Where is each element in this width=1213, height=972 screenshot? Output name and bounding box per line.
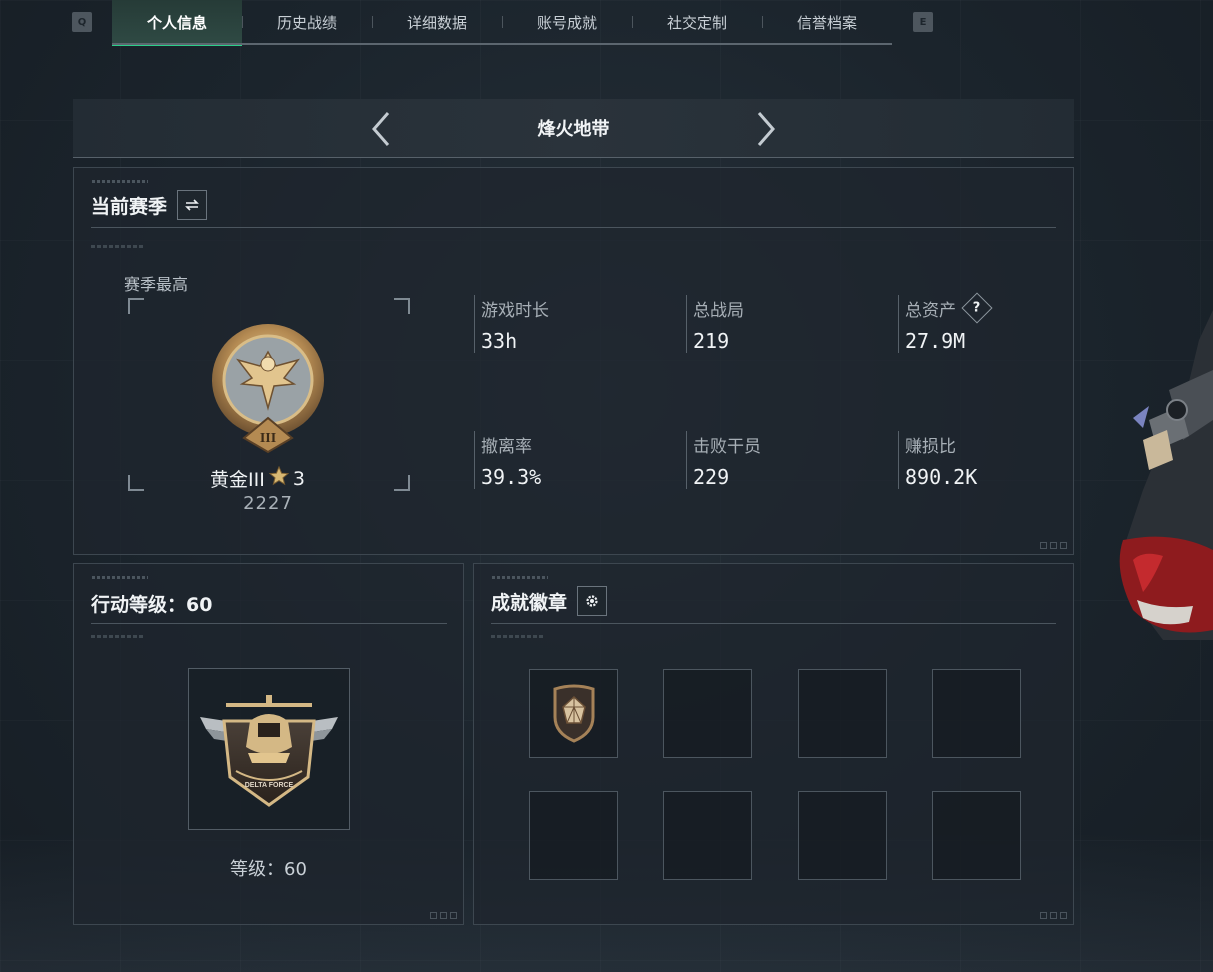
achievement-slot-empty[interactable] [932,791,1021,880]
level-label: 等级：60 [230,859,307,880]
stat-label: 击败干员 [693,436,761,457]
svg-text:III: III [260,431,276,446]
achievements-title-row: 成就徽章 [491,586,608,616]
diamond-shield-badge-icon [549,683,599,747]
stat-label: 游戏时长 [481,300,549,321]
mode-title: 烽火地带 [537,119,610,140]
rank-stars: 3 [292,467,305,490]
stat-value: 33h [481,329,518,353]
star-icon [268,465,290,491]
stat-extraction-rate: 撤离率 39.3% [474,431,664,489]
stat-value: 890.2K [905,465,978,489]
q-key-hint[interactable]: Q [72,12,92,32]
panel-divider [91,227,1056,228]
swap-icon[interactable] [177,190,208,220]
helicopter-badge-icon: DELTA FORCE [196,691,342,809]
achievement-badges-panel: 成就徽章 [473,563,1074,925]
panel-corner-decoration [1040,542,1067,549]
gear-icon[interactable] [577,586,608,616]
frame-corner [128,298,144,314]
stat-label: 总资产 [905,300,956,321]
achievement-slot-empty[interactable] [529,791,618,880]
season-best-label: 赛季最高 [124,275,189,294]
tab-account-achievements[interactable]: 账号成就 [502,0,632,45]
achievement-slot-empty[interactable] [798,669,887,758]
stat-value: 39.3% [481,465,542,489]
tab-reputation-record[interactable]: 信誉档案 [762,0,892,45]
stat-label-row: 总资产 ? [905,292,1088,324]
rank-name-row: 黄金III 3 [178,465,358,492]
stat-total-assets: 总资产 ? 27.9M [898,292,1088,353]
tab-match-history[interactable]: 历史战绩 [242,0,372,45]
tab-detailed-data[interactable]: 详细数据 [372,0,502,45]
top-tab-bar: Q 个人信息 历史战绩 详细数据 账号成就 社交定制 信誉档案 E [0,0,1213,46]
stat-play-time: 游戏时长 33h [474,295,664,353]
frame-corner [128,475,144,491]
current-season-panel: 当前赛季 赛季最高 III 黄金III 3 2227 游戏时长 33h 总战局 … [73,167,1074,555]
action-level-panel: 行动等级：60 DELTA FORCE 等级：60 [73,563,464,925]
panel-decoration [492,576,548,579]
panel-decoration [491,635,545,638]
season-title-row: 当前赛季 [91,190,208,220]
panel-corner-decoration [1040,912,1067,919]
operator-character-image [1103,310,1213,650]
rank-name: 黄金III [210,469,265,491]
rank-score: 2227 [243,493,293,514]
panel-decoration [91,635,145,638]
panel-decoration [92,180,148,183]
stat-operators-defeated: 击败干员 229 [686,431,876,489]
panel-divider [91,623,447,624]
tab-personal-info[interactable]: 个人信息 [112,0,242,46]
achievements-title: 成就徽章 [491,591,568,614]
achievement-slot-empty[interactable] [663,669,752,758]
achievement-slot-empty[interactable] [663,791,752,880]
chevron-right-icon[interactable] [746,109,786,149]
stat-value: 229 [693,465,730,489]
panel-corner-decoration [430,912,457,919]
stat-profit-loss-ratio: 赚损比 890.2K [898,431,1088,489]
e-key-hint[interactable]: E [913,12,933,32]
svg-text:DELTA FORCE: DELTA FORCE [245,782,294,789]
mode-selector: 烽火地带 [73,99,1074,158]
gold-rank-emblem-icon: III [208,322,328,454]
stat-label: 总战局 [693,300,744,321]
achievement-slot-empty[interactable] [798,791,887,880]
frame-corner [394,475,410,491]
chevron-left-icon[interactable] [361,109,401,149]
season-title: 当前赛季 [91,195,168,218]
panel-divider [491,623,1056,624]
achievement-slot-empty[interactable] [932,669,1021,758]
stat-total-matches: 总战局 219 [686,295,876,353]
stat-value: 219 [693,329,730,353]
level-badge-frame[interactable]: DELTA FORCE [188,668,350,830]
panel-decoration [91,245,145,248]
stat-value: 27.9M [905,329,966,353]
tab-underline [112,43,892,45]
stat-label: 撤离率 [481,436,532,457]
stat-label: 赚损比 [905,436,956,457]
tab-social-customization[interactable]: 社交定制 [632,0,762,45]
frame-corner [394,298,410,314]
level-title: 行动等级：60 [91,594,213,616]
achievement-slot[interactable] [529,669,618,758]
panel-decoration [92,576,148,579]
help-icon[interactable]: ? [961,292,993,324]
